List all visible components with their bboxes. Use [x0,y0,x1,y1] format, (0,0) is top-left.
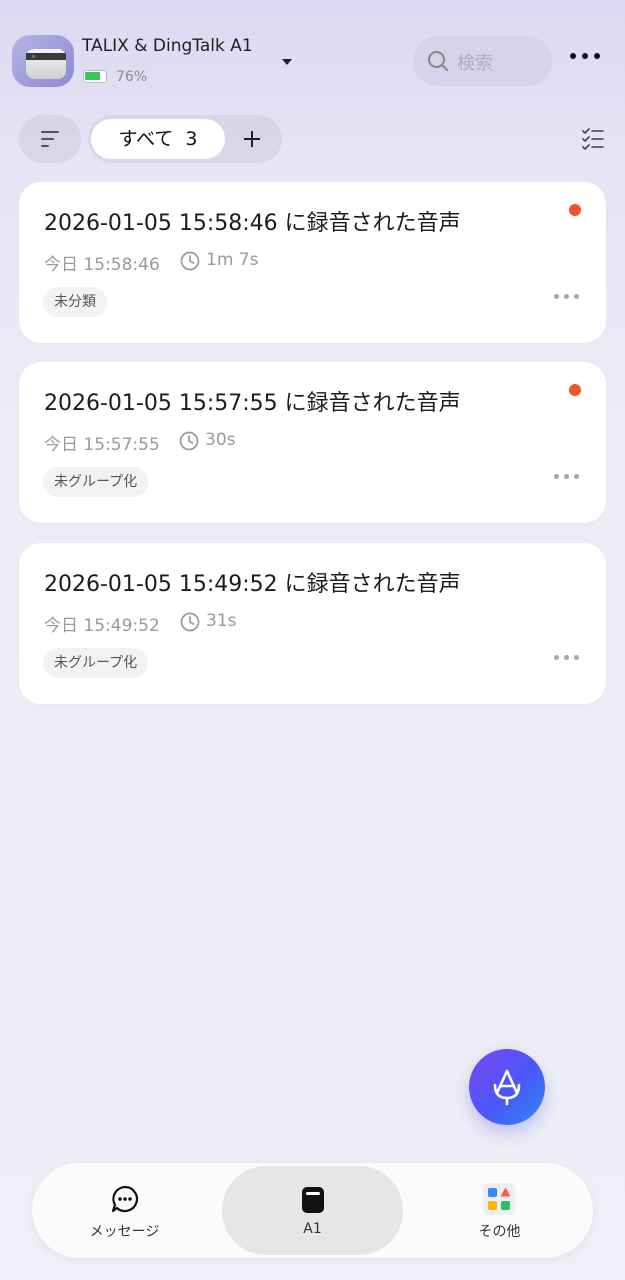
recording-card[interactable]: 2026-01-05 15:49:52 に録音された音声 今日 15:49:52… [19,543,606,704]
more-menu-icon[interactable] [568,47,602,65]
device-icon [302,1187,324,1213]
chat-bubble-icon [111,1185,139,1213]
search-icon [428,51,448,71]
sort-icon [41,131,59,133]
sort-button[interactable] [19,115,81,163]
search-placeholder: 検索 [457,53,493,74]
tab-all[interactable]: すべて 3 [91,119,225,159]
header: TALIX & DingTalk A1 76% 検索 [0,0,625,110]
nav-other-label: その他 [478,1224,521,1240]
more-horizontal-icon[interactable] [553,472,581,482]
chevron-down-icon[interactable] [282,59,292,65]
recording-tag[interactable]: 未グループ化 [43,467,149,497]
recording-date: 今日 15:58:46 [44,255,160,275]
more-horizontal-icon[interactable] [553,292,581,302]
clock-icon [180,612,200,632]
unread-dot [569,384,581,396]
clock-icon [179,431,199,451]
nav-other[interactable]: その他 [457,1163,542,1258]
recording-duration: 30s [205,430,236,450]
checklist-icon[interactable] [580,126,606,152]
recording-card[interactable]: 2026-01-05 15:58:46 に録音された音声 今日 15:58:46… [19,182,606,343]
clock-icon [180,251,200,271]
search-input[interactable]: 検索 [413,36,552,86]
recording-title: 2026-01-05 15:58:46 に録音された音声 [44,211,461,236]
recording-card[interactable]: 2026-01-05 15:57:55 に録音された音声 今日 15:57:55… [19,362,606,523]
recording-tag[interactable]: 未分類 [43,287,107,317]
nav-messages-label: メッセージ [89,1224,160,1240]
apps-grid-icon [483,1183,515,1215]
plus-icon[interactable] [240,127,264,151]
tab-group: すべて 3 [88,115,282,163]
bottom-navigation: メッセージ A1 その他 [32,1163,593,1258]
recording-tag[interactable]: 未グループ化 [43,648,149,678]
tab-all-count: 3 [185,128,198,150]
device-thumbnail[interactable] [12,35,74,87]
recording-title: 2026-01-05 15:57:55 に録音された音声 [44,391,461,416]
device-name[interactable]: TALIX & DingTalk A1 [82,36,253,56]
more-horizontal-icon[interactable] [553,653,581,663]
recording-title: 2026-01-05 15:49:52 に録音された音声 [44,572,461,597]
nav-a1-label: A1 [303,1221,322,1237]
battery-percent: 76% [116,69,148,85]
battery-icon [83,70,107,83]
recording-date: 今日 15:49:52 [44,616,160,636]
record-fab-button[interactable] [469,1049,545,1125]
recording-duration: 31s [206,611,237,631]
nav-messages[interactable]: メッセージ [72,1163,177,1258]
recording-duration: 1m 7s [206,250,259,270]
unread-dot [569,204,581,216]
tab-all-label: すべて [118,128,174,150]
nav-a1[interactable]: A1 [222,1163,403,1258]
recording-date: 今日 15:57:55 [44,435,160,455]
ai-microphone-icon [493,1069,521,1106]
